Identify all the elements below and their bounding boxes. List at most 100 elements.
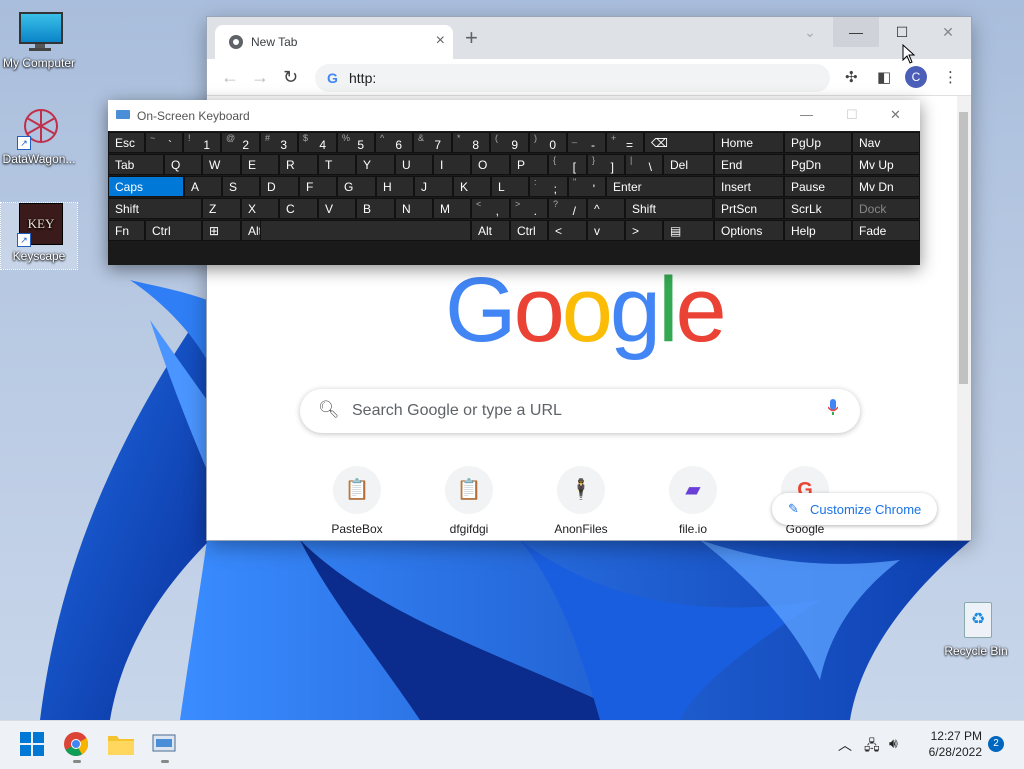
key-b[interactable]: B	[356, 198, 395, 219]
network-icon[interactable]: 🖧	[864, 735, 880, 759]
key-esc[interactable]: Esc	[108, 132, 145, 153]
start-button[interactable]	[19, 731, 47, 759]
key-tab[interactable]: Tab	[108, 154, 164, 175]
key-alt[interactable]: Alt	[471, 220, 510, 241]
key-shift[interactable]: Shift	[108, 198, 202, 219]
desktop-icon-keyscape[interactable]: KEY ↗ Keyscape	[0, 202, 78, 270]
extensions-icon[interactable]: ✣	[845, 68, 858, 86]
desktop-icon-my-computer[interactable]: My Computer	[1, 10, 77, 70]
maximize-button[interactable]: ☐	[879, 17, 925, 47]
reload-icon[interactable]: ↻	[283, 67, 298, 88]
key-help[interactable]: Help	[784, 220, 852, 241]
key-sym[interactable]: ⊞	[202, 220, 241, 241]
key-3[interactable]: #3	[260, 132, 298, 153]
key-fade[interactable]: Fade	[852, 220, 920, 241]
scrollbar[interactable]	[957, 96, 971, 540]
osk-maximize-button[interactable]: ☐	[846, 107, 858, 123]
key-sym[interactable]: <	[548, 220, 587, 241]
key-prtscn[interactable]: PrtScn	[714, 198, 784, 219]
key-ctrl[interactable]: Ctrl	[510, 220, 548, 241]
shortcut-tile[interactable]: 📋 dfgifdgi	[419, 466, 519, 536]
key-r[interactable]: R	[279, 154, 318, 175]
key-sym[interactable]: >	[625, 220, 663, 241]
key-8[interactable]: * 8	[452, 132, 490, 153]
key-i[interactable]: I	[433, 154, 471, 175]
scrollbar-thumb[interactable]	[959, 112, 968, 384]
key-5[interactable]: % 5	[337, 132, 375, 153]
key-sym[interactable]: >.	[510, 198, 548, 219]
key-h[interactable]: H	[376, 176, 414, 197]
key-sym[interactable]: ^	[587, 198, 625, 219]
key-dock[interactable]: Dock	[852, 198, 920, 219]
tab-new-tab[interactable]: New Tab ×	[215, 25, 453, 59]
close-button[interactable]: ✕	[925, 17, 971, 47]
forward-icon[interactable]: →	[251, 67, 269, 88]
key-2[interactable]: @2	[221, 132, 260, 153]
key-t[interactable]: T	[318, 154, 356, 175]
key-v[interactable]: v	[587, 220, 625, 241]
key-options[interactable]: Options	[714, 220, 784, 241]
key-sym[interactable]: ? /	[548, 198, 587, 219]
key-nav[interactable]: Nav	[852, 132, 920, 153]
key-v[interactable]: V	[318, 198, 356, 219]
minimize-button[interactable]: —	[833, 17, 879, 47]
key-l[interactable]: L	[491, 176, 529, 197]
taskbar-file-explorer[interactable]	[107, 731, 135, 759]
key-shift[interactable]: Shift	[625, 198, 713, 219]
key-1[interactable]: ! 1	[183, 132, 221, 153]
key-p[interactable]: P	[510, 154, 548, 175]
key-sym[interactable]: {[	[548, 154, 587, 175]
key-9[interactable]: (9	[490, 132, 529, 153]
tab-close-icon[interactable]: ×	[436, 32, 445, 50]
osk-minimize-button[interactable]: —	[800, 107, 813, 122]
osk-close-button[interactable]: ✕	[890, 107, 901, 123]
menu-icon[interactable]: ⋮	[943, 68, 958, 86]
key-o[interactable]: O	[471, 154, 510, 175]
key-u[interactable]: U	[395, 154, 433, 175]
key-sym[interactable]: " '	[568, 176, 606, 197]
key-pgdn[interactable]: PgDn	[784, 154, 852, 175]
key-mvup[interactable]: Mv Up	[852, 154, 920, 175]
tab-search-icon[interactable]: ⌄	[787, 17, 833, 47]
key-scrlk[interactable]: ScrLk	[784, 198, 852, 219]
side-panel-icon[interactable]: ◧	[877, 68, 891, 86]
key-k[interactable]: K	[453, 176, 491, 197]
customize-chrome-button[interactable]: ✎ Customize Chrome	[772, 493, 937, 525]
key-f[interactable]: F	[299, 176, 337, 197]
microphone-icon[interactable]	[828, 399, 838, 415]
key-z[interactable]: Z	[202, 198, 241, 219]
desktop-icon-datawagon[interactable]: ↗ DataWagon...	[1, 106, 77, 166]
key-sym[interactable]: | \	[625, 154, 663, 175]
key-caps[interactable]: Caps	[108, 176, 184, 197]
key-7[interactable]: & 7	[413, 132, 452, 153]
key-sym[interactable]: + =	[606, 132, 644, 153]
key-d[interactable]: D	[260, 176, 299, 197]
key-x[interactable]: X	[241, 198, 279, 219]
key-sym[interactable]: <,	[471, 198, 510, 219]
key-4[interactable]: $4	[298, 132, 337, 153]
profile-avatar[interactable]: C	[905, 66, 927, 88]
key-q[interactable]: Q	[164, 154, 202, 175]
key-n[interactable]: N	[395, 198, 433, 219]
key-pgup[interactable]: PgUp	[784, 132, 852, 153]
key-0[interactable]: ) 0	[529, 132, 567, 153]
shortcut-tile[interactable]: 🕴 AnonFiles	[531, 466, 631, 536]
key-a[interactable]: A	[184, 176, 222, 197]
key-6[interactable]: ^ 6	[375, 132, 413, 153]
key-g[interactable]: G	[337, 176, 376, 197]
key-ctrl[interactable]: Ctrl	[145, 220, 202, 241]
key-insert[interactable]: Insert	[714, 176, 784, 197]
chevron-up-icon[interactable]: ︿	[838, 735, 852, 755]
key-sym[interactable]: ▤	[663, 220, 714, 241]
key-sym[interactable]: _ -	[567, 132, 606, 153]
key-c[interactable]: C	[279, 198, 318, 219]
key-s[interactable]: S	[222, 176, 260, 197]
notification-badge[interactable]: 2	[988, 736, 1004, 752]
desktop-icon-recycle-bin[interactable]: ♻ Recycle Bin	[938, 598, 1014, 658]
key-blank[interactable]	[260, 220, 471, 241]
key-del[interactable]: Del	[663, 154, 714, 175]
back-icon[interactable]: ←	[221, 67, 239, 88]
clock[interactable]: 12:27 PM 6/28/2022	[912, 728, 982, 760]
taskbar-chrome[interactable]	[63, 731, 91, 763]
search-box[interactable]: 🔍︎ Search Google or type a URL	[300, 389, 860, 433]
